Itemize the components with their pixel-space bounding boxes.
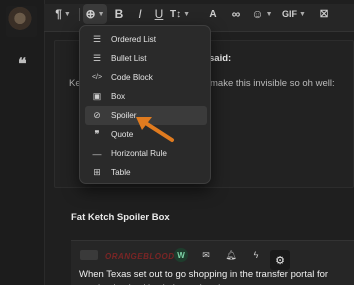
menu-item-code-block[interactable]: </> Code Block	[85, 68, 207, 87]
code-block-icon: </>	[91, 74, 103, 81]
menu-item-bullet-list[interactable]: ☰ Bullet List	[85, 49, 207, 68]
quote-icon: ❞	[94, 129, 100, 139]
menu-item-table[interactable]: ⊞ Table	[85, 163, 207, 182]
menu-item-horizontal-rule[interactable]: — Horizontal Rule	[85, 144, 207, 163]
ordered-list-icon: ☰	[92, 34, 102, 44]
bullet-list-icon: ☰	[92, 53, 102, 63]
w-badge-icon[interactable]: W	[174, 248, 188, 262]
quote-text-right: make this invisible so oh well:	[210, 78, 335, 89]
horizontal-rule-icon: —	[92, 148, 102, 159]
insert-icon[interactable]: ⊕ ▼	[83, 4, 107, 24]
menu-item-label: Quote	[111, 130, 134, 139]
underline-icon[interactable]: U	[152, 4, 166, 24]
quote-author-said: said:	[209, 53, 232, 64]
menu-item-label: Table	[111, 168, 131, 177]
bold-icon[interactable]: B	[112, 4, 126, 24]
pointer-arrow-icon	[136, 117, 174, 142]
insert-dropdown-menu: ☰ Ordered List ☰ Bullet List </> Code Bl…	[79, 25, 211, 184]
text-size-icon[interactable]: T↕ ▼	[170, 4, 190, 24]
box-icon: ▣	[92, 91, 102, 101]
eye-slash-icon: ⊘	[93, 110, 101, 120]
toolbar-separator	[79, 8, 80, 21]
clear-format-icon[interactable]: ⛝	[316, 4, 332, 24]
menu-item-label: Bullet List	[111, 54, 147, 63]
italic-icon[interactable]: I	[133, 4, 147, 24]
table-icon: ⊞	[93, 167, 101, 177]
menu-item-label: Ordered List	[111, 35, 157, 44]
menu-item-label: Code Block	[111, 73, 153, 82]
link-icon[interactable]: ∞	[228, 4, 244, 24]
paragraph-icon[interactable]: ¶ ▼	[52, 4, 74, 24]
gear-icon[interactable]: ⚙	[270, 250, 290, 270]
avatar[interactable]	[6, 6, 37, 37]
menu-item-label: Spoiler	[111, 111, 137, 120]
quote-mark-icon: ❝	[18, 54, 27, 73]
bell-icon[interactable]: 🔔︎	[224, 248, 238, 262]
text-style-icon[interactable]: A	[205, 4, 221, 24]
app-window: ¶ ▼ ⊕ ▼ B I U T↕ ▼ A ∞ ☺ ▼ GIF ▼ ⛝ ❝ said: Ke…	[0, 0, 354, 285]
menu-item-label: Horizontal Rule	[111, 149, 167, 158]
article-text: When Texas set out to go shopping in the…	[79, 269, 329, 285]
menu-item-ordered-list[interactable]: ☰ Ordered List	[85, 30, 207, 49]
section-title: Fat Ketch Spoiler Box	[71, 212, 170, 223]
gif-button[interactable]: GIF ▼	[280, 4, 308, 24]
bolt-icon[interactable]: ϟ	[249, 248, 263, 262]
emoji-icon[interactable]: ☺ ▼	[251, 4, 273, 24]
site-logo-icon	[80, 250, 98, 260]
menu-item-box[interactable]: ▣ Box	[85, 87, 207, 106]
mail-icon[interactable]: ✉	[199, 248, 213, 262]
menu-item-label: Box	[111, 92, 126, 101]
embed-brand: ORANGEBLOODS	[105, 252, 181, 261]
